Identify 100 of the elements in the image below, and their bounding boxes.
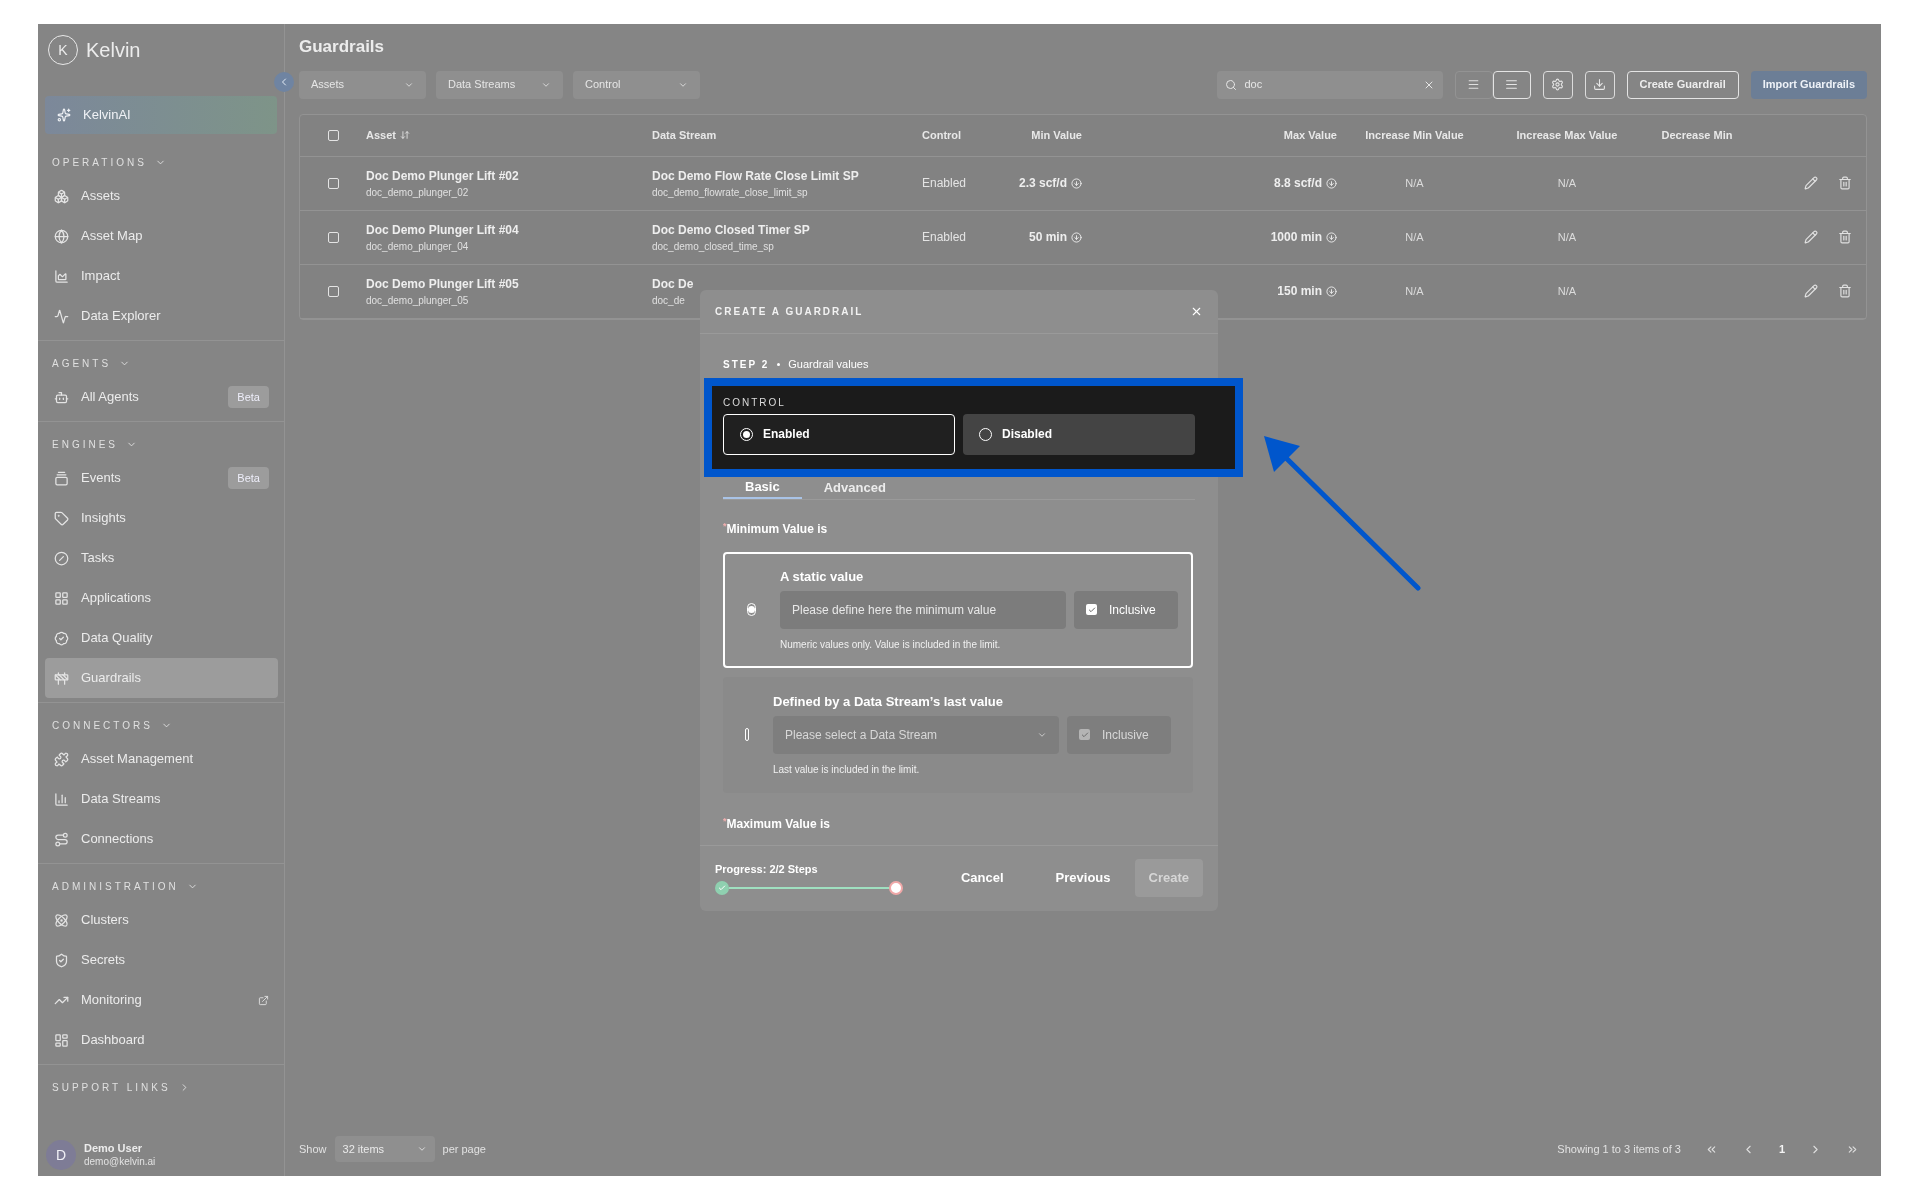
- inclusive-toggle[interactable]: Inclusive: [1074, 590, 1178, 629]
- nav-item[interactable]: Clusters: [45, 900, 278, 940]
- arrow-down-circle-icon: [1071, 177, 1082, 189]
- nav-item[interactable]: Connections: [45, 819, 278, 859]
- arrow-down-circle-icon: [1071, 231, 1082, 243]
- stream-name: Doc Demo Closed Timer SP: [652, 221, 811, 239]
- nav-item[interactable]: Data Streams: [45, 779, 278, 819]
- tab[interactable]: Advanced: [801, 476, 908, 499]
- edit-icon[interactable]: [1804, 176, 1818, 190]
- settings-icon: [1551, 78, 1564, 91]
- row-checkbox[interactable]: [328, 285, 339, 297]
- stream-id: doc_demo_closed_time_sp: [652, 239, 775, 254]
- section-heading: AGENTS: [52, 356, 112, 371]
- dialog-title: CREATE A GUARDRAIL: [715, 305, 864, 319]
- tag-icon: [54, 510, 69, 526]
- user-avatar[interactable]: D: [46, 1140, 76, 1170]
- pagination-summary: Showing 1 to 3 items of 3: [1557, 1141, 1681, 1157]
- asset-name: Doc Demo Plunger Lift #02: [366, 167, 520, 185]
- delete-icon[interactable]: [1838, 230, 1852, 244]
- nav-item[interactable]: Asset Management: [45, 739, 278, 779]
- nav-item[interactable]: Monitoring: [45, 980, 278, 1020]
- import-button[interactable]: Import Guardrails: [1750, 70, 1867, 99]
- nav-item[interactable]: All Agents Beta: [45, 377, 278, 417]
- nav-item[interactable]: Secrets: [45, 940, 278, 980]
- nav-item[interactable]: Asset Map: [45, 216, 278, 256]
- density-toggle[interactable]: [1454, 70, 1493, 99]
- lines-icon: [1467, 78, 1480, 91]
- option-title: A static value: [780, 568, 865, 587]
- edit-icon[interactable]: [1804, 284, 1818, 298]
- column-header[interactable]: Asset: [366, 126, 652, 144]
- dialog-button[interactable]: Previous: [1041, 859, 1125, 897]
- step-name: Guardrail values: [788, 357, 869, 372]
- download-icon: [1593, 78, 1606, 91]
- nav-item[interactable]: Dashboard: [45, 1020, 278, 1060]
- row-checkbox[interactable]: [328, 231, 339, 243]
- nav-item[interactable]: Insights: [45, 498, 278, 538]
- step-separator-icon: [777, 362, 781, 366]
- boxes-icon: [54, 188, 69, 204]
- close-icon[interactable]: [1190, 305, 1203, 318]
- nav-item[interactable]: Data Explorer: [45, 296, 278, 336]
- collapse-button[interactable]: [274, 72, 294, 92]
- value-option-card[interactable]: A static value Please define here the minimum value Inclusive Numeric values only. Value is included in the limit.: [723, 551, 1193, 668]
- nav-item[interactable]: Data Quality: [45, 618, 278, 658]
- show-label: Show: [299, 1141, 327, 1157]
- maximum-label: *Maximum Value is: [723, 814, 831, 833]
- inclusive-checkbox[interactable]: [1086, 604, 1097, 616]
- nav-item[interactable]: Assets: [45, 176, 278, 216]
- table-cell-text: 2.3 scf/d: [1018, 175, 1067, 192]
- delete-icon[interactable]: [1838, 284, 1852, 298]
- minimum-label: *Minimum Value is: [723, 519, 829, 538]
- nav-item[interactable]: Tasks: [45, 538, 278, 578]
- page-title: Guardrails: [299, 36, 385, 58]
- table-cell-text: N/A: [1404, 229, 1425, 245]
- minimum-input[interactable]: Please define here the minimum value: [780, 590, 1066, 629]
- dialog-button[interactable]: Cancel: [946, 859, 1018, 897]
- ai-item[interactable]: KelvinAI: [45, 96, 277, 134]
- user-name: Demo User: [84, 1141, 144, 1156]
- table-cell-text: Enabled: [922, 175, 968, 192]
- asset-name: Doc Demo Plunger Lift #05: [366, 275, 520, 293]
- create-button[interactable]: Create Guardrail: [1626, 70, 1739, 99]
- nav-item[interactable]: Guardrails: [45, 658, 278, 698]
- beta-badge: Beta: [228, 466, 269, 490]
- search-field[interactable]: doc: [1216, 70, 1443, 99]
- filter-dropdown[interactable]: Control: [573, 70, 700, 99]
- nav-item[interactable]: Applications: [45, 578, 278, 618]
- settings-button[interactable]: [1542, 70, 1573, 99]
- sort-icon[interactable]: [399, 130, 410, 140]
- per-page-label: per page: [442, 1141, 486, 1157]
- table-cell-text: 1000 min: [1270, 229, 1322, 246]
- asset-id: doc_demo_plunger_04: [366, 239, 470, 254]
- nav-item[interactable]: Events Beta: [45, 458, 278, 498]
- cluster-icon: [54, 912, 69, 928]
- download-button[interactable]: [1584, 70, 1615, 99]
- shield-icon: [54, 952, 69, 968]
- column-header: Increase Min Value: [1364, 127, 1465, 143]
- asset-name: Doc Demo Plunger Lift #04: [366, 221, 520, 239]
- lines-icon: [1505, 78, 1518, 91]
- nav-item[interactable]: Impact: [45, 256, 278, 296]
- column-header: Max Value: [1282, 127, 1337, 143]
- per-page-dropdown[interactable]: 32 items: [334, 1136, 435, 1162]
- page-number[interactable]: 1: [1778, 1140, 1785, 1158]
- tab[interactable]: Basic: [723, 476, 802, 499]
- beta-badge: Beta: [228, 385, 269, 409]
- filter-dropdown[interactable]: Assets: [299, 70, 426, 99]
- grid-icon: [54, 590, 69, 606]
- control-option[interactable]: Enabled: [723, 413, 955, 455]
- row-checkbox[interactable]: [328, 129, 339, 141]
- row-checkbox[interactable]: [328, 177, 339, 189]
- section-heading: SUPPORT LINKS: [52, 1080, 171, 1095]
- chart-icon: [54, 268, 69, 284]
- table-cell-text: Enabled: [922, 229, 968, 246]
- filter-dropdown[interactable]: Data Streams: [436, 70, 563, 99]
- control-option[interactable]: Disabled: [963, 413, 1195, 455]
- edit-icon[interactable]: [1804, 230, 1818, 244]
- delete-icon[interactable]: [1838, 176, 1852, 190]
- stream-id: doc_de: [652, 293, 686, 308]
- globe-icon: [54, 228, 69, 244]
- column-header: Data Stream: [652, 127, 718, 143]
- table-cell-text: 8.8 scf/d: [1273, 175, 1322, 192]
- option-hint: Numeric values only. Value is included in the limit.: [780, 637, 1002, 652]
